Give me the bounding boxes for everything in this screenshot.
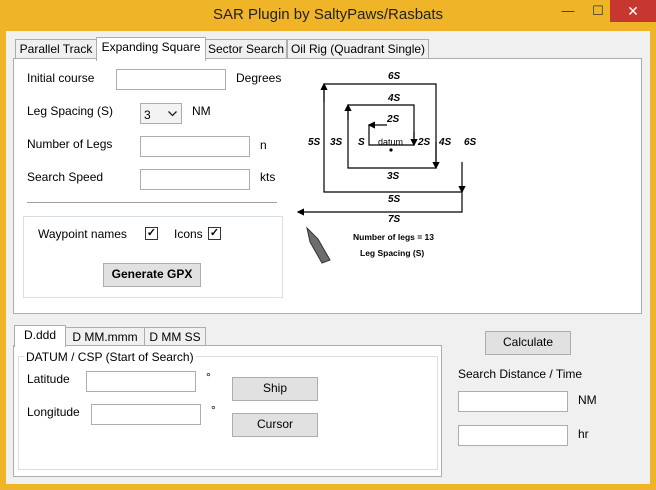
leg-label-4s-right: 4S <box>438 137 452 148</box>
time-unit: hr <box>578 427 589 441</box>
leg-label-4s-top: 4S <box>387 93 401 104</box>
speed-input[interactable] <box>140 169 250 190</box>
speed-unit: kts <box>260 170 276 184</box>
tab-d-mm-mmm[interactable]: D MM.mmm <box>65 327 145 347</box>
close-icon[interactable]: ✕ <box>610 0 656 22</box>
leg-label-2s-right: 2S <box>417 137 431 148</box>
diagram-caption-spacing: Leg Spacing (S) <box>360 248 424 258</box>
speed-label: Search Speed <box>27 170 104 184</box>
datum-group <box>18 356 438 470</box>
datum-group-label: DATUM / CSP (Start of Search) <box>24 349 196 365</box>
tab-oil-rig[interactable]: Oil Rig (Quadrant Single) <box>287 39 429 60</box>
leg-label-5s-left: 5S <box>308 137 321 148</box>
tab-d-ddd[interactable]: D.ddd <box>14 325 66 347</box>
icons-checkbox[interactable]: ✓ <box>208 227 221 240</box>
leg-label-s: S <box>358 137 365 148</box>
leg-spacing-unit: NM <box>192 104 211 118</box>
tab-expanding-square[interactable]: Expanding Square <box>96 37 206 61</box>
ship-button[interactable]: Ship <box>232 377 318 401</box>
chevron-down-icon <box>168 111 177 117</box>
generate-gpx-button[interactable]: Generate GPX <box>103 263 201 287</box>
initial-course-unit: Degrees <box>236 71 282 85</box>
leg-label-7s: 7S <box>388 214 401 225</box>
diagram-caption-legs: Number of legs = 13 <box>353 232 434 242</box>
separator <box>27 202 277 203</box>
calculate-button[interactable]: Calculate <box>485 331 571 355</box>
legs-label: Number of Legs <box>27 137 113 151</box>
maximize-icon[interactable]: ☐ <box>585 0 611 22</box>
latitude-unit: ° <box>206 370 211 384</box>
leg-spacing-label: Leg Spacing (S) <box>27 104 114 118</box>
leg-label-2s-top: 2S <box>386 114 400 125</box>
cursor-button[interactable]: Cursor <box>232 413 318 437</box>
minimize-icon[interactable]: — <box>553 0 583 22</box>
tab-parallel-track[interactable]: Parallel Track <box>15 39 97 60</box>
tab-d-mm-ss[interactable]: D MM SS <box>144 327 206 347</box>
leg-label-3s-bottom: 3S <box>387 171 400 182</box>
leg-spacing-value: 3 <box>144 108 151 122</box>
leg-label-3s-left: 3S <box>330 137 343 148</box>
tab-sector-search[interactable]: Sector Search <box>205 39 287 60</box>
legs-unit: n <box>260 138 267 152</box>
distance-unit: NM <box>578 393 597 407</box>
distance-output[interactable] <box>458 391 568 412</box>
icons-label: Icons <box>174 227 203 241</box>
legs-input[interactable] <box>140 136 250 157</box>
initial-course-input[interactable] <box>116 69 226 90</box>
longitude-input[interactable] <box>91 404 201 425</box>
result-label: Search Distance / Time <box>458 367 583 381</box>
longitude-label: Longitude <box>27 405 80 419</box>
leg-spacing-select[interactable]: 3 <box>140 103 182 124</box>
initial-course-label: Initial course <box>27 71 95 85</box>
latitude-label: Latitude <box>27 372 70 386</box>
time-output[interactable] <box>458 425 568 446</box>
latitude-input[interactable] <box>86 371 196 392</box>
datum-label: datum <box>378 137 403 147</box>
waypoint-names-checkbox[interactable]: ✓ <box>145 227 158 240</box>
leg-label-5s-bottom: 5S <box>388 194 401 205</box>
expanding-square-diagram: 6S 4S 2S S datum 2S 3S 4S 5S 6S 3S 5S 7S… <box>296 71 477 264</box>
leg-label-6s-top: 6S <box>388 71 401 82</box>
leg-label-6s-right: 6S <box>464 137 477 148</box>
longitude-unit: ° <box>211 403 216 417</box>
waypoint-names-label: Waypoint names <box>38 227 127 241</box>
